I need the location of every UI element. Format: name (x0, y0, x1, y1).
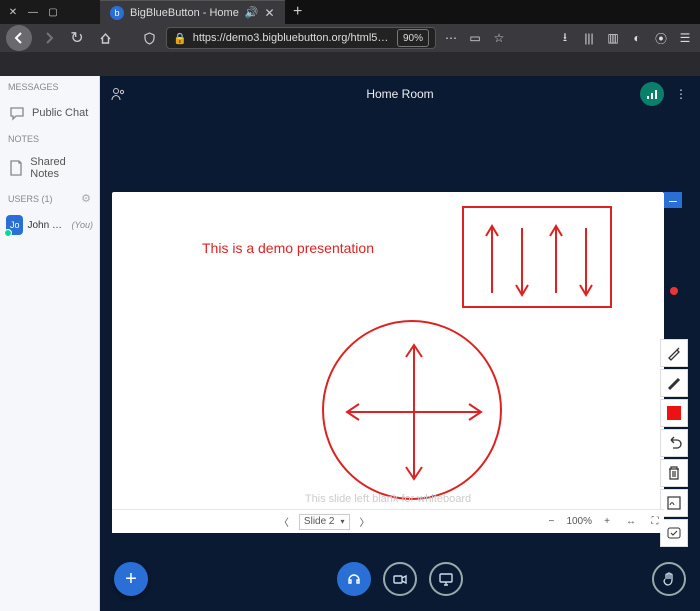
presentation-area: – This is a demo presentation (106, 112, 694, 611)
browser-navbar: ↻ 🔒 https://demo3.bigbluebutton.org/html… (0, 24, 700, 52)
tool-color-button[interactable] (660, 399, 688, 427)
raise-hand-button[interactable] (652, 562, 686, 596)
tab-title: BigBlueButton - Home (130, 7, 239, 19)
window-maximize-icon[interactable]: ▢ (46, 5, 60, 19)
slide-control-bar: 〈 Slide 2▾ 〉 − 100% + ↔ ⛶ (112, 509, 664, 533)
tool-palm-rejection-button[interactable] (660, 519, 688, 547)
toggle-users-icon[interactable] (110, 86, 126, 102)
account-icon[interactable]: ◐ (628, 29, 646, 47)
user-name-label: John Per… (27, 220, 67, 231)
whiteboard[interactable]: This is a demo presentation (112, 192, 664, 511)
app-root: MESSAGES Public Chat NOTES Shared Notes … (0, 76, 700, 611)
shield-icon[interactable] (138, 27, 160, 49)
tool-clear-button[interactable] (660, 459, 688, 487)
tab-favicon-icon: b (110, 6, 124, 20)
notes-icon (8, 159, 24, 177)
sidebar-item-public-chat[interactable]: Public Chat (0, 98, 99, 128)
sidebar-item-label: Shared Notes (30, 156, 91, 180)
color-swatch-icon (667, 406, 681, 420)
annotation-text: This is a demo presentation (202, 240, 374, 256)
action-bar: + (100, 557, 700, 601)
sidebar-item-label: Public Chat (32, 107, 88, 119)
sidebar-header-messages: MESSAGES (0, 76, 99, 98)
minimize-presentation-button[interactable]: – (664, 192, 682, 208)
extension-icon[interactable]: ⦿ (652, 29, 670, 47)
hand-icon (661, 571, 677, 587)
chevron-down-icon: ▾ (341, 517, 345, 526)
slide-watermark: This slide left blank for whiteboard (305, 493, 471, 505)
fullscreen-button[interactable]: ⛶ (646, 513, 664, 531)
browser-tab[interactable]: b BigBlueButton - Home 🔊 ✕ (100, 0, 285, 24)
fit-width-button[interactable]: ↔ (622, 513, 640, 531)
url-bar[interactable]: 🔒 https://demo3.bigbluebutton.org/html5c… (166, 27, 436, 49)
window-close-icon[interactable]: ✕ (6, 5, 20, 19)
window-minimize-icon[interactable]: — (26, 5, 40, 19)
actions-fab-button[interactable]: + (114, 562, 148, 596)
headset-icon (346, 571, 362, 587)
sidebar-item-shared-notes[interactable]: Shared Notes (0, 150, 99, 186)
tab-audio-icon[interactable]: 🔊 (245, 6, 259, 19)
sidebar-header-users: USERS (1) ⚙ (0, 186, 99, 211)
tool-multiuser-button[interactable] (660, 489, 688, 517)
screen-icon (438, 571, 454, 587)
nav-forward-button[interactable] (38, 27, 60, 49)
next-slide-button[interactable]: 〉 (356, 513, 374, 531)
bookmark-star-icon[interactable]: ☆ (490, 29, 508, 47)
plus-icon: + (125, 568, 137, 591)
sidebar: MESSAGES Public Chat NOTES Shared Notes … (0, 76, 100, 611)
prev-slide-button[interactable]: 〈 (275, 513, 293, 531)
annotation-rectangle (462, 206, 612, 308)
you-label: (You) (71, 220, 93, 230)
user-list-item[interactable]: Jo John Per… (You) (0, 211, 99, 239)
sidebar-header-notes: NOTES (0, 128, 99, 150)
browser-tabstrip: b BigBlueButton - Home 🔊 ✕ + (100, 0, 700, 24)
nav-home-button[interactable] (94, 27, 116, 49)
tool-thickness-button[interactable] (660, 369, 688, 397)
zoom-level-label: 100% (566, 516, 592, 527)
new-tab-button[interactable]: + (285, 0, 311, 24)
drawing-tool-button[interactable] (660, 277, 688, 305)
webcam-toggle-button[interactable] (383, 562, 417, 596)
camera-icon (392, 571, 408, 587)
url-text: https://demo3.bigbluebutton.org/html5cli… (193, 32, 391, 44)
chat-icon (8, 104, 26, 122)
room-title: Home Room (366, 87, 433, 101)
cross-arrows-icon (324, 322, 504, 502)
library-icon[interactable]: ||| (580, 29, 598, 47)
hamburger-menu-icon[interactable]: ☰ (676, 29, 694, 47)
pointer-dot-icon (670, 287, 678, 295)
downloads-icon[interactable]: ⭳ (556, 29, 574, 47)
ellipsis-icon[interactable]: ⋯ (442, 29, 460, 47)
tab-close-icon[interactable]: ✕ (265, 6, 275, 20)
nav-back-button[interactable] (6, 25, 32, 51)
zoom-in-button[interactable]: + (598, 513, 616, 531)
connection-status-icon[interactable] (640, 82, 664, 106)
annotation-circle (322, 320, 502, 500)
tool-pencil-button[interactable] (660, 339, 688, 367)
options-menu-button[interactable]: ⋮ (672, 87, 690, 101)
zoom-badge[interactable]: 90% (397, 29, 429, 47)
lock-icon: 🔒 (173, 32, 187, 45)
presence-dot-icon (4, 229, 12, 237)
nav-reload-button[interactable]: ↻ (66, 27, 88, 49)
slide-select[interactable]: Slide 2▾ (299, 514, 350, 530)
zoom-out-button[interactable]: − (542, 513, 560, 531)
whiteboard-toolbar (660, 277, 688, 547)
user-avatar: Jo (6, 215, 23, 235)
reader-icon[interactable]: ▭ (466, 29, 484, 47)
sidebar-toggle-icon[interactable]: ▥ (604, 29, 622, 47)
main-area: Home Room ⋮ – This is a demo presentatio… (100, 76, 700, 611)
room-topbar: Home Room ⋮ (100, 76, 700, 112)
screenshare-toggle-button[interactable] (429, 562, 463, 596)
tool-undo-button[interactable] (660, 429, 688, 457)
users-settings-icon[interactable]: ⚙ (81, 192, 91, 205)
arrows-group-icon (464, 208, 614, 310)
audio-toggle-button[interactable] (337, 562, 371, 596)
